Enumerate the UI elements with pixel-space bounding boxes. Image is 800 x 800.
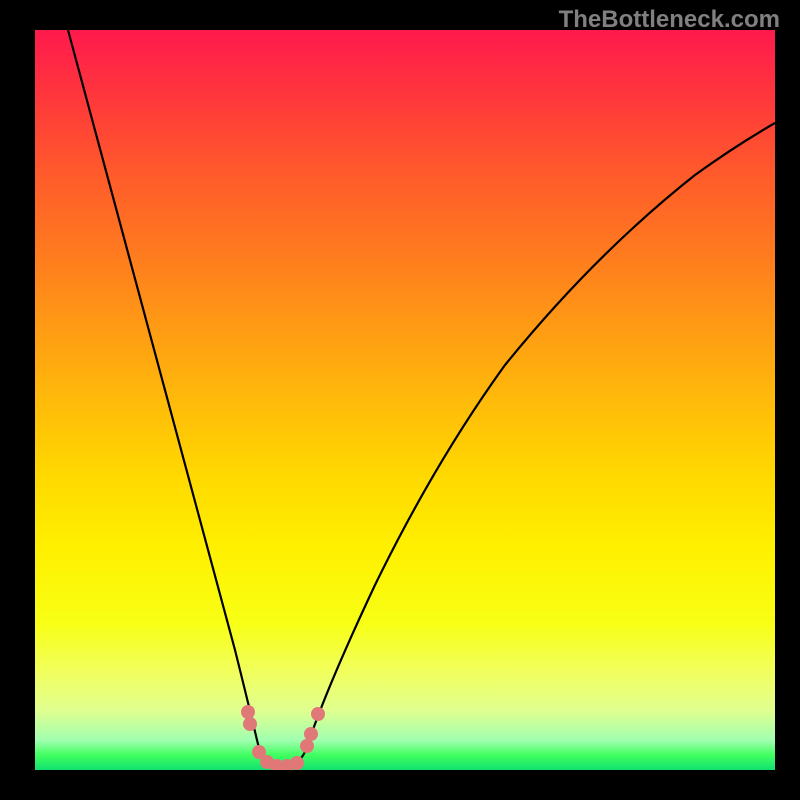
marker-dot	[243, 717, 257, 731]
bottleneck-curve-svg	[35, 30, 775, 770]
watermark-text: TheBottleneck.com	[559, 6, 780, 34]
minimum-marker-blobs	[241, 705, 325, 770]
marker-dot	[241, 705, 255, 719]
marker-dot	[304, 727, 318, 741]
marker-dot	[300, 739, 314, 753]
chart-plot-area	[35, 30, 775, 770]
bottleneck-curve	[68, 30, 775, 770]
marker-dot	[311, 707, 325, 721]
marker-dot	[290, 756, 304, 770]
